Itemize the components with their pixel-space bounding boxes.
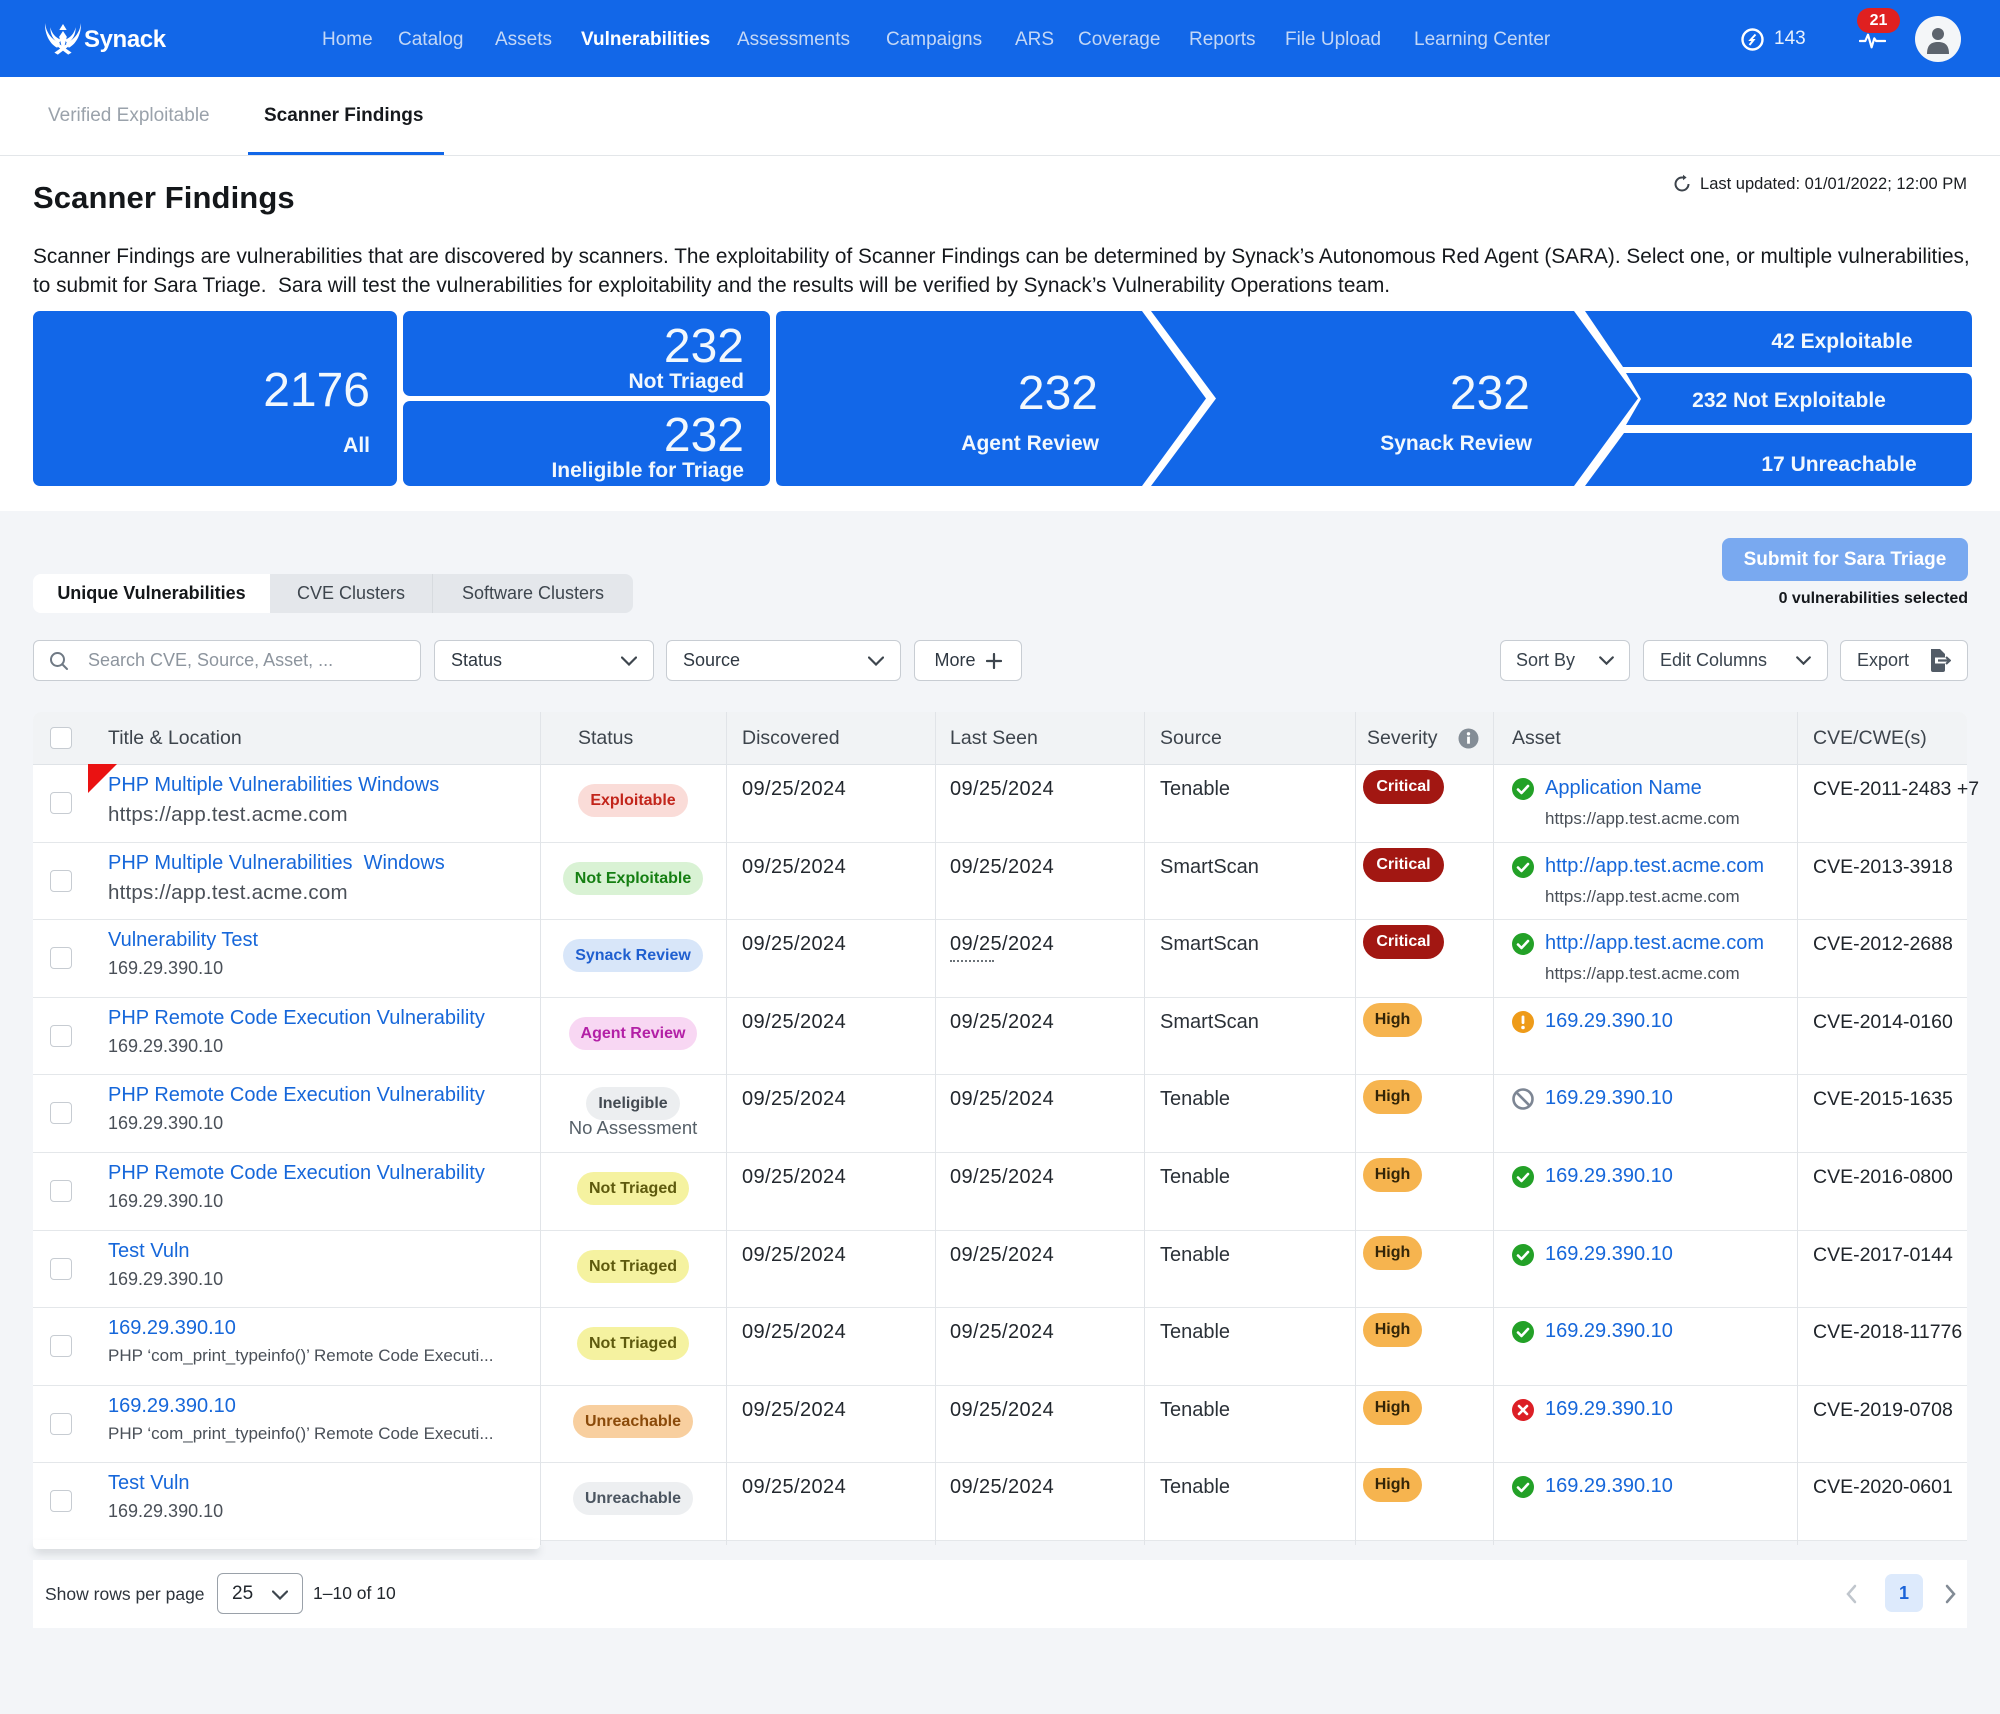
- svg-text:Synack Review: Synack Review: [1380, 432, 1532, 455]
- svg-text:Agent Review: Agent Review: [961, 432, 1099, 455]
- svg-text:Ineligible for Triage: Ineligible for Triage: [551, 459, 744, 482]
- svg-text:232: 232: [664, 320, 744, 373]
- svg-text:42 Exploitable: 42 Exploitable: [1771, 330, 1912, 353]
- svg-text:All: All: [343, 434, 370, 457]
- svg-text:232: 232: [1450, 367, 1530, 420]
- svg-text:232 Not Exploitable: 232 Not Exploitable: [1692, 389, 1886, 412]
- svg-text:232: 232: [664, 409, 744, 462]
- svg-text:17 Unreachable: 17 Unreachable: [1761, 453, 1916, 476]
- svg-text:2176: 2176: [263, 364, 370, 417]
- svg-text:Not Triaged: Not Triaged: [628, 370, 744, 393]
- svg-text:232: 232: [1018, 367, 1098, 420]
